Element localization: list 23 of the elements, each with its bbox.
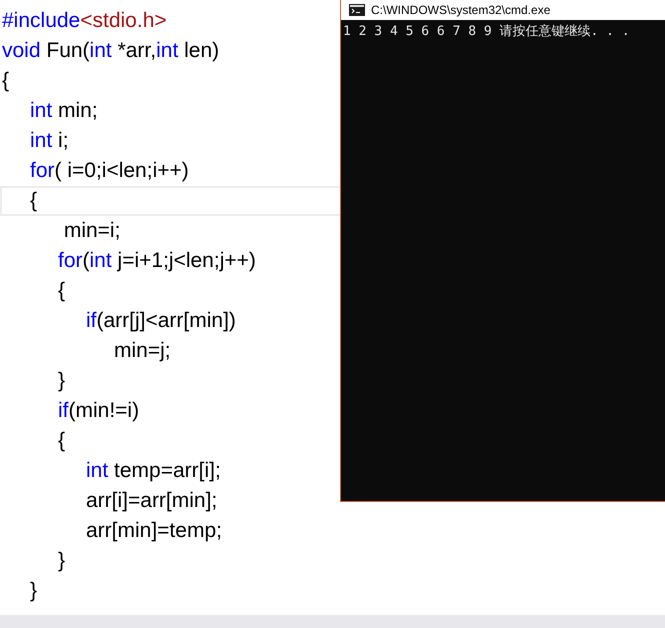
code-line: {: [58, 278, 66, 304]
code-line: arr[i]=arr[min];: [86, 488, 218, 514]
code-line: if(arr[j]<arr[min]): [86, 308, 236, 334]
code-line: #include<stdio.h>: [2, 8, 167, 34]
code-line: for(int j=i+1;j<len;j++): [58, 248, 256, 274]
window-title: C:\WINDOWS\system32\cmd.exe: [371, 3, 550, 17]
code-line: int temp=arr[i];: [86, 458, 221, 484]
code-line: }: [30, 578, 38, 604]
code-line: {: [58, 428, 66, 454]
code-line: }: [58, 368, 66, 394]
code-line: min=i;: [62, 218, 120, 244]
code-line: if(min!=i): [58, 398, 140, 424]
code-line: void Fun(int *arr,int len): [2, 38, 220, 64]
code-line: for( i=0;i<len;i++): [30, 158, 189, 184]
code-line: arr[min]=temp;: [86, 518, 222, 544]
code-line: {: [2, 68, 10, 94]
code-line: int i;: [30, 128, 69, 154]
code-line: }: [58, 548, 66, 574]
code-line: min=j;: [114, 338, 171, 364]
console-icon: [349, 4, 365, 16]
code-line: {: [30, 188, 38, 214]
console-output: 1 2 3 4 5 6 6 7 8 9 请按任意键继续. . .: [342, 23, 631, 40]
code-line: int min;: [30, 98, 98, 124]
